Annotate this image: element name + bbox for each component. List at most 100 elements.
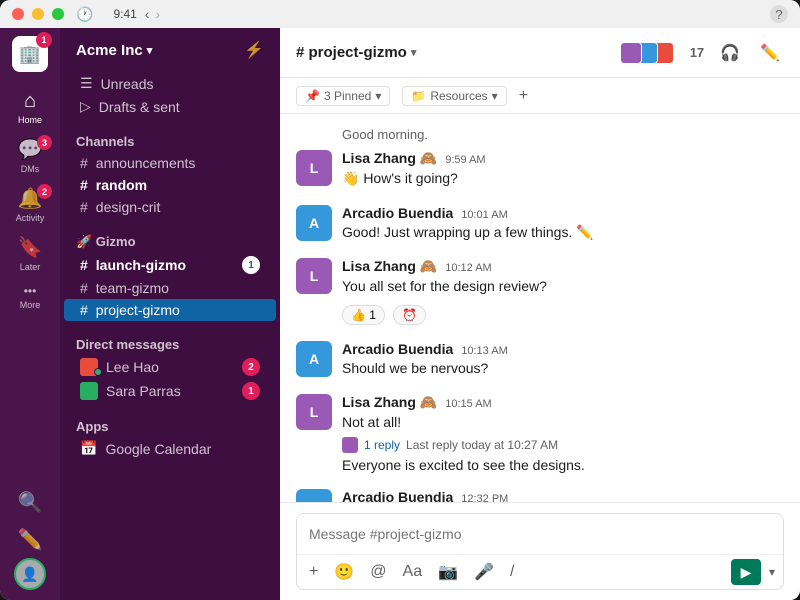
time-4: 10:13 AM [461,345,507,357]
minimize-button[interactable] [32,8,44,20]
reply-thread-1[interactable]: 1 reply Last reply today at 10:27 AM [342,437,784,453]
apps-header[interactable]: Apps [60,411,280,437]
channels-header[interactable]: Channels [60,126,280,152]
sidebar-item-later[interactable]: 🔖 Later [0,229,60,278]
dms-badge: 3 [37,135,52,150]
sidebar-item-announcements[interactable]: # announcements [64,152,276,174]
compose-nav-item[interactable]: ✏️ [0,521,60,558]
sender-arcadio-1: Arcadio Buendia [342,205,453,221]
gizmo-header[interactable]: 🚀 Gizmo [60,226,280,253]
huddle-button[interactable]: 🎧 [716,39,744,67]
mention-tool[interactable]: @ [366,561,390,583]
message-group-6: A Arcadio Buendia 12:32 PM That feedback… [296,489,784,502]
hash-icon-4: # [80,257,88,273]
icon-bar: 🏢 1 ⌂ Home 💬 DMs 3 🔔 Activity 2 🔖 Later [0,28,60,600]
forward-arrow[interactable]: › [155,6,160,22]
message-content-6: Arcadio Buendia 12:32 PM That feedback w… [342,489,784,502]
emoji-tool[interactable]: 🙂 [330,560,358,584]
hash-icon-6: # [80,302,88,318]
reaction-thumbsup[interactable]: 👍 1 [342,305,385,325]
time-6: 12:32 PM [461,493,508,502]
compose-icon: ✏️ [18,527,43,552]
sidebar-item-google-calendar[interactable]: 📅 Google Calendar [64,437,276,460]
sidebar-item-drafts[interactable]: ▷ Drafts & sent [64,95,276,118]
message-content-2: Arcadio Buendia 10:01 AM Good! Just wrap… [342,205,784,243]
sender-lisa-1: Lisa Zhang 🙈 [342,150,437,167]
input-box: + 🙂 @ Aa 📷 🎤 / ▶ ▾ [296,513,784,590]
sidebar-item-team-gizmo[interactable]: # team-gizmo [64,277,276,299]
workspace-name[interactable]: Acme Inc ▾ [76,42,152,59]
sidebar-item-unreads[interactable]: ☰ Unreads [64,72,276,95]
avatar-arcadio-1: A [296,205,332,241]
sidebar-item-sara-parras[interactable]: Sara Parras 1 [64,379,276,403]
message-group-5: L Lisa Zhang 🙈 10:15 AM Not at all! 1 re… [296,394,784,473]
more-options[interactable]: ▾ [769,565,775,579]
hash-icon-5: # [80,280,88,296]
resources-button[interactable]: 📁 Resources ▾ [402,86,506,106]
maximize-button[interactable] [52,8,64,20]
time-3: 10:12 AM [445,262,491,274]
message-group-2: A Arcadio Buendia 10:01 AM Good! Just wr… [296,205,784,243]
reaction-clock[interactable]: ⏰ [393,305,426,325]
gizmo-section: 🚀 Gizmo # launch-gizmo 1 # team-gizmo # … [60,222,280,325]
audio-tool[interactable]: 🎤 [470,560,498,584]
send-button[interactable]: ▶ [731,559,761,585]
app-window: 🕐 9:41 ‹ › ? 🏢 1 ⌂ Home 💬 DMs 3 [0,0,800,600]
message-input[interactable] [297,514,783,554]
time-2: 10:01 AM [461,209,507,221]
hash-icon-1: # [80,155,88,171]
sidebar: Acme Inc ▾ ⚡ ☰ Unreads ▷ Drafts & sent C… [60,28,280,600]
help-button[interactable]: ? [770,5,788,23]
member-count: 17 [690,45,704,60]
sidebar-item-activity[interactable]: 🔔 Activity 2 [0,180,60,229]
sidebar-item-project-gizmo[interactable]: # project-gizmo [64,299,276,321]
reply-avatar-1 [342,437,358,453]
sender-lisa-2: Lisa Zhang 🙈 [342,258,437,275]
sidebar-item-lee-hao[interactable]: Lee Hao 2 [64,355,276,379]
avatar-lisa-2: L [296,258,332,294]
workspace-avatar[interactable]: 🏢 1 [12,36,48,72]
avatar-lisa-1: L [296,150,332,186]
sidebar-item-more[interactable]: ••• More [0,278,60,316]
message-content-1: Lisa Zhang 🙈 9:59 AM 👋 How's it going? [342,150,784,189]
sidebar-item-launch-gizmo[interactable]: # launch-gizmo 1 [64,253,276,277]
nav-arrows: ‹ › [145,6,160,22]
dm-header[interactable]: Direct messages [60,329,280,355]
later-icon: 🔖 [18,235,43,260]
channel-actions: 17 🎧 ✏️ [626,39,784,67]
sidebar-item-random[interactable]: # random [64,174,276,196]
back-arrow[interactable]: ‹ [145,6,150,22]
edit-button[interactable]: ✏️ [756,39,784,67]
sidebar-item-design-crit[interactable]: # design-crit [64,196,276,218]
message-text-1: 👋 How's it going? [342,169,784,189]
workspace-badge: 1 [36,32,52,48]
channel-title[interactable]: # project-gizmo ▾ [296,44,416,61]
sidebar-item-home[interactable]: ⌂ Home [0,84,60,131]
activity-badge: 2 [37,184,52,199]
sara-parras-avatar [80,382,98,400]
messages-area[interactable]: Good morning. L Lisa Zhang 🙈 9:59 AM 👋 H… [280,114,800,502]
format-tool[interactable]: Aa [399,561,427,583]
member-avatars[interactable] [626,42,674,64]
add-toolbar-button[interactable]: + [519,87,528,105]
titlebar-time: 9:41 [113,7,136,21]
slash-tool[interactable]: / [506,561,518,583]
hash-icon-2: # [80,177,88,193]
more-label: More [20,300,41,310]
sidebar-item-dms[interactable]: 💬 DMs 3 [0,131,60,180]
workspace-dropdown-icon: ▾ [147,44,153,57]
user-avatar[interactable]: 👤 [14,558,46,590]
close-button[interactable] [12,8,24,20]
message-content-4: Arcadio Buendia 10:13 AM Should we be ne… [342,341,784,379]
add-tool[interactable]: + [305,561,322,583]
avatar-lisa-3: L [296,394,332,430]
video-tool[interactable]: 📷 [434,560,462,584]
calendar-icon: 📅 [80,440,97,457]
pinned-button[interactable]: 📌 3 Pinned ▾ [296,86,390,106]
message-group-3: L Lisa Zhang 🙈 10:12 AM You all set for … [296,258,784,325]
search-nav-item[interactable]: 🔍 [0,484,60,521]
channels-section: Channels # announcements # random # desi… [60,122,280,222]
filter-button[interactable]: ⚡ [244,40,264,60]
system-message-good-morning: Good morning. [296,126,784,142]
dm-section: Direct messages Lee Hao 2 Sara Parras 1 [60,325,280,407]
